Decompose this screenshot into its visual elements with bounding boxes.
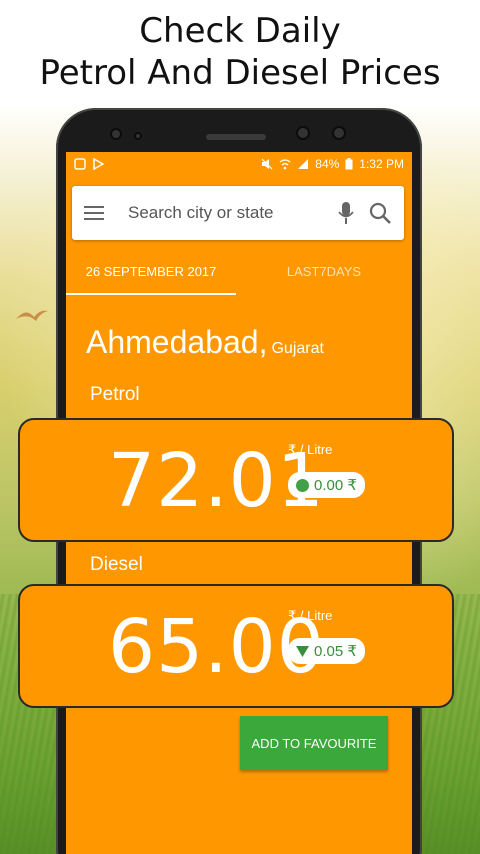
no-change-dot-icon xyxy=(296,478,309,492)
microphone-icon[interactable] xyxy=(338,201,354,225)
diesel-unit: ₹ / Litre xyxy=(288,608,333,623)
down-arrow-icon xyxy=(296,646,309,657)
search-icon[interactable] xyxy=(368,201,392,225)
sensor-icon xyxy=(134,132,142,140)
tab-last7days[interactable]: LAST7DAYS xyxy=(236,252,412,292)
iris-scanner-icon xyxy=(332,126,346,140)
city-name: Ahmedabad, xyxy=(86,324,268,360)
diesel-change-value: 0.05 ₹ xyxy=(314,643,357,660)
active-tab-indicator xyxy=(66,293,236,295)
mute-icon xyxy=(261,158,273,170)
tab-today[interactable]: 26 SEPTEMBER 2017 xyxy=(66,252,236,292)
add-to-favourite-button[interactable]: ADD TO FAVOURITE xyxy=(240,716,388,770)
clock: 1:32 PM xyxy=(359,157,404,171)
state-name: Gujarat xyxy=(271,340,324,357)
image-notification-icon xyxy=(74,158,86,170)
diesel-price-card: 65.00 ₹ / Litre 0.05 ₹ xyxy=(18,584,454,708)
phone-top-bezel xyxy=(56,122,422,152)
headline-line1: Check Daily xyxy=(139,11,341,51)
search-input[interactable]: Search city or state xyxy=(128,203,324,223)
diesel-label: Diesel xyxy=(90,554,143,575)
camera-icon xyxy=(296,126,310,140)
play-notification-icon xyxy=(93,158,104,170)
search-bar[interactable]: Search city or state xyxy=(72,186,404,240)
diesel-change-badge: 0.05 ₹ xyxy=(288,638,365,664)
headline-line2: Petrol And Diesel Prices xyxy=(39,53,441,93)
promo-headline: Check Daily Petrol And Diesel Prices xyxy=(0,10,480,94)
sensor-icon xyxy=(110,128,122,140)
petrol-price-card: 72.01 ₹ / Litre 0.00 ₹ xyxy=(18,418,454,542)
petrol-change-value: 0.00 ₹ xyxy=(314,477,357,494)
petrol-unit: ₹ / Litre xyxy=(288,442,333,457)
wifi-icon xyxy=(279,159,291,170)
date-tabs: 26 SEPTEMBER 2017 LAST7DAYS xyxy=(66,252,412,292)
status-bar: 84% 1:32 PM xyxy=(66,152,412,176)
menu-icon[interactable] xyxy=(84,205,104,221)
battery-percent: 84% xyxy=(315,157,340,171)
signal-icon xyxy=(298,159,309,169)
petrol-change-badge: 0.00 ₹ xyxy=(288,472,365,498)
location-heading: Ahmedabad, Gujarat xyxy=(86,324,324,361)
speaker-grille xyxy=(206,134,266,140)
battery-icon xyxy=(345,158,353,170)
petrol-label: Petrol xyxy=(90,384,140,405)
bird-icon xyxy=(16,310,48,321)
